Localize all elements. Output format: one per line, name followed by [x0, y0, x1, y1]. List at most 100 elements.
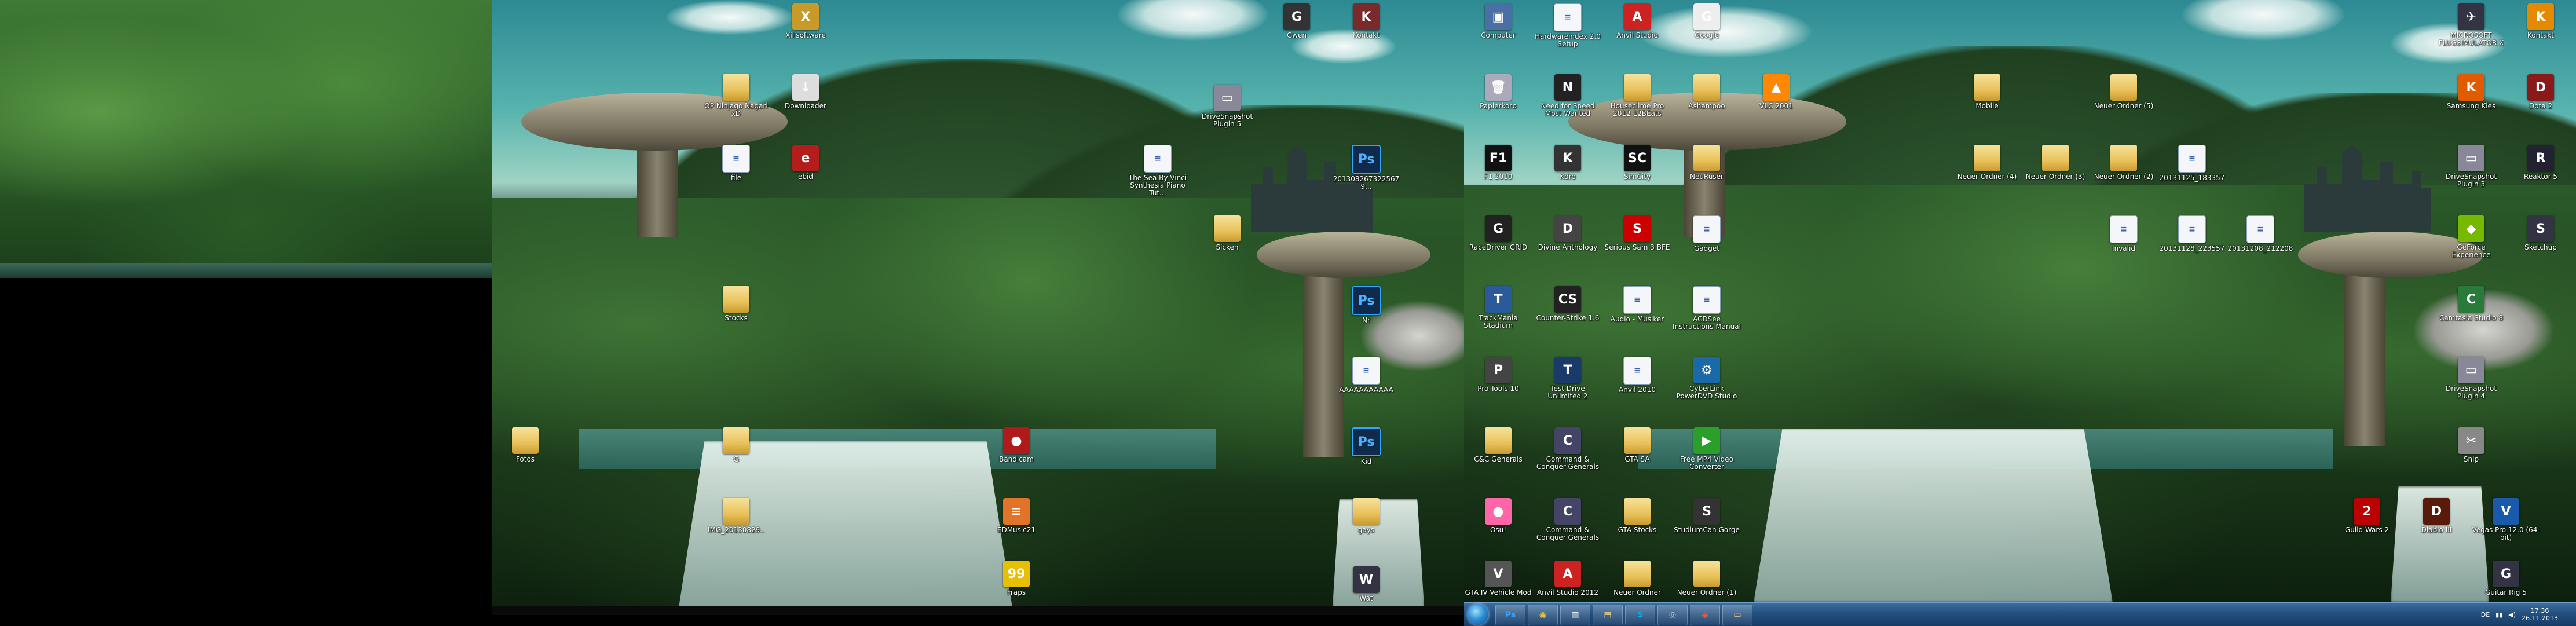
- desktop-icon[interactable]: ≡ Anvil 2010: [1603, 357, 1671, 394]
- desktop-icon[interactable]: ≡ Invalid: [2090, 215, 2158, 252]
- desktop-icon[interactable]: D Divine Anthology: [1534, 215, 1602, 251]
- desktop-icon[interactable]: V Vegas Pro 12.0 (64-bit): [2472, 498, 2540, 541]
- desktop-icon[interactable]: ▭ DriveSnapshot Plugin 3: [2437, 145, 2505, 188]
- desktop-icon[interactable]: X Xilisoftware: [771, 3, 840, 39]
- desktop-icon[interactable]: Ps Nr: [1332, 286, 1400, 324]
- desktop-icon[interactable]: G: [702, 427, 770, 463]
- taskbar-steam-button[interactable]: ◎: [1657, 605, 1688, 625]
- desktop-icon[interactable]: S StudiumCan Gorge: [1673, 498, 1741, 534]
- desktop-icon[interactable]: Stocks: [702, 286, 770, 322]
- app-icon: 99: [1003, 561, 1030, 587]
- taskbar-photoshop-button[interactable]: Ps: [1495, 605, 1525, 625]
- desktop-icon[interactable]: ≡ ACDSee Instructions Manual: [1673, 286, 1741, 331]
- start-button[interactable]: [1468, 604, 1488, 625]
- desktop-icon[interactable]: G RaceDriver GRID: [1464, 215, 1532, 251]
- desktop-icon[interactable]: IMG_20130829..: [702, 498, 770, 534]
- desktop-icon[interactable]: G Google: [1673, 3, 1741, 39]
- desktop-icon[interactable]: S Sketchup: [2507, 215, 2575, 251]
- desktop-icon[interactable]: C Camtasia Studio 8: [2437, 286, 2505, 322]
- desktop-icon[interactable]: T TrackMania Stadium: [1464, 286, 1532, 330]
- desktop-icon[interactable]: ▣ Computer: [1464, 3, 1532, 39]
- taskbar-piano-button[interactable]: ▥: [1560, 605, 1590, 625]
- desktop-icon[interactable]: ≡ file: [702, 145, 770, 182]
- desktop-icon[interactable]: Neuer Ordner (5): [2090, 74, 2158, 110]
- taskbar-chrome-button[interactable]: ◉: [1528, 605, 1558, 625]
- desktop-icon[interactable]: Ashampoo: [1673, 74, 1741, 110]
- desktop-icon[interactable]: 🗑 Papierkorb: [1464, 74, 1532, 110]
- desktop-icon[interactable]: Neuer Ordner (3): [2021, 145, 2090, 181]
- desktop-icon[interactable]: ▶ Free MP4 Video Converter: [1673, 427, 1741, 471]
- desktop-icon[interactable]: SC SimCity: [1603, 145, 1671, 181]
- desktop-icon[interactable]: Mobile: [1953, 74, 2021, 110]
- desktop-icon[interactable]: 2 Guild Wars 2: [2333, 498, 2401, 534]
- desktop-icon[interactable]: CS Counter-Strike 1.6: [1534, 286, 1602, 322]
- desktop-icon[interactable]: C&C Generals: [1464, 427, 1532, 463]
- show-desktop-button[interactable]: [2564, 603, 2571, 626]
- desktop-icon[interactable]: ≡ Audio - Musiker: [1603, 286, 1671, 323]
- desktop-icon[interactable]: P Pro Tools 10: [1464, 357, 1532, 393]
- desktop-icon[interactable]: C Command & Conquer Generals: [1534, 427, 1602, 471]
- desktop-icon[interactable]: Neuer Ordner: [1603, 561, 1671, 596]
- desktop-icon[interactable]: ▭ DriveSnapshot Plugin 4: [2437, 357, 2505, 400]
- desktop-icon[interactable]: Neuer Ordner (2): [2090, 145, 2158, 181]
- desktop-icon[interactable]: GTA Stocks: [1603, 498, 1671, 534]
- desktop-icon[interactable]: ≡ 20131125_183357: [2158, 145, 2226, 182]
- desktop-icon[interactable]: Neuer Ordner (4): [1953, 145, 2021, 181]
- desktop-icon[interactable]: Ps Kid: [1332, 427, 1400, 466]
- clock[interactable]: 17:36 26.11.2013: [2522, 607, 2558, 622]
- taskbar-brave-button[interactable]: ◈: [1690, 605, 1720, 625]
- taskbar-skype-button[interactable]: S: [1625, 605, 1655, 625]
- desktop-icon[interactable]: GTA SA: [1603, 427, 1671, 463]
- desktop-icon[interactable]: ≡ 20131128_223557: [2158, 215, 2226, 252]
- desktop-icon[interactable]: G Gwen: [1263, 3, 1331, 39]
- desktop-icon[interactable]: W Wat: [1332, 566, 1400, 602]
- desktop-icon[interactable]: 99 Fraps: [982, 561, 1051, 596]
- desktop-icon[interactable]: R Reaktor 5: [2507, 145, 2575, 181]
- desktop-icon[interactable]: Neuer Ordner (1): [1673, 561, 1741, 596]
- desktop-icon[interactable]: ≡ EDMusic21: [982, 498, 1051, 534]
- desktop-icon[interactable]: NeuRuser: [1673, 145, 1741, 181]
- desktop-icon[interactable]: ● Osu!: [1464, 498, 1532, 534]
- desktop-icon[interactable]: ≡ 20131208_212208: [2226, 215, 2295, 252]
- desktop-icon[interactable]: ● Bandicam: [982, 427, 1051, 463]
- network-icon[interactable]: ▮▮: [2496, 611, 2502, 618]
- desktop-icon[interactable]: V GTA IV Vehicle Mod: [1464, 561, 1532, 596]
- taskbar-explorer-button[interactable]: ▤: [1593, 605, 1623, 625]
- desktop-icon[interactable]: ≡ Gadget: [1673, 215, 1741, 252]
- desktop-icon[interactable]: OP Ninjago Nagari xD: [702, 74, 770, 118]
- desktop-icon[interactable]: ↓ Downloader: [771, 74, 840, 110]
- volume-icon[interactable]: ◀): [2508, 611, 2516, 618]
- desktop-icon[interactable]: C Command & Conquer Generals: [1534, 498, 1602, 541]
- desktop-icon[interactable]: ≡ The Sea By Vinci Synthesia Piano Tut...: [1124, 145, 1192, 197]
- desktop-icon[interactable]: D Dota 2: [2507, 74, 2575, 110]
- desktop-icon[interactable]: ◆ GeForce Experience: [2437, 215, 2505, 259]
- desktop-icon[interactable]: N Need for Speed Most Wanted: [1534, 74, 1602, 118]
- desktop-icon[interactable]: K Samsung Kies: [2437, 74, 2505, 110]
- desktop-icon[interactable]: Fotos: [491, 427, 559, 463]
- desktop-icon[interactable]: F1 F1 2010: [1464, 145, 1532, 181]
- desktop-icon[interactable]: S Serious Sam 3 BFE: [1603, 215, 1671, 251]
- taskbar-folder-button[interactable]: ▭: [1722, 605, 1752, 625]
- desktop-icon[interactable]: ≡ AAAAAAAAAAA: [1332, 357, 1400, 394]
- desktop-icon[interactable]: ▭ DriveSnapshot Plugin 5: [1193, 85, 1261, 128]
- desktop-icon[interactable]: K Kontakt: [2507, 3, 2575, 39]
- desktop-icon[interactable]: Sicken: [1193, 215, 1261, 251]
- desktop-icon[interactable]: G Guitar Rig 5: [2472, 561, 2540, 596]
- desktop-icon[interactable]: A Anvil Studio: [1603, 3, 1671, 39]
- desktop-icon[interactable]: ✈ MICROSOFT FLUGSIMULATOR X: [2437, 3, 2505, 47]
- desktop-icon[interactable]: D Diablo III: [2402, 498, 2471, 534]
- desktop-icon[interactable]: e ebid: [771, 145, 840, 181]
- desktop-icon[interactable]: gays: [1332, 498, 1400, 534]
- desktop-icon[interactable]: ✂ Snip: [2437, 427, 2505, 463]
- desktop-icon[interactable]: T Test Drive Unlimited 2: [1534, 357, 1602, 400]
- desktop-icon[interactable]: K Kdro: [1534, 145, 1602, 181]
- desktop-icon[interactable]: ▲ VLC 2001: [1742, 74, 1810, 110]
- desktop-icon[interactable]: A Anvil Studio 2012: [1534, 561, 1602, 596]
- desktop-icon[interactable]: ⚙ CyberLink PowerDVD Studio: [1673, 357, 1741, 400]
- desktop-icon[interactable]: Ps 2013082673225679...: [1332, 145, 1400, 191]
- desktop-icon-label: Anvil 2010: [1619, 386, 1656, 394]
- desktop-icon[interactable]: Houseclime Pro 2012 12BEats: [1603, 74, 1671, 118]
- desktop-icon[interactable]: ≡ Hardwareindex 2.0 Setup: [1534, 3, 1602, 48]
- language-indicator[interactable]: DE: [2481, 611, 2490, 618]
- desktop-icon[interactable]: K Kontakt: [1332, 3, 1400, 39]
